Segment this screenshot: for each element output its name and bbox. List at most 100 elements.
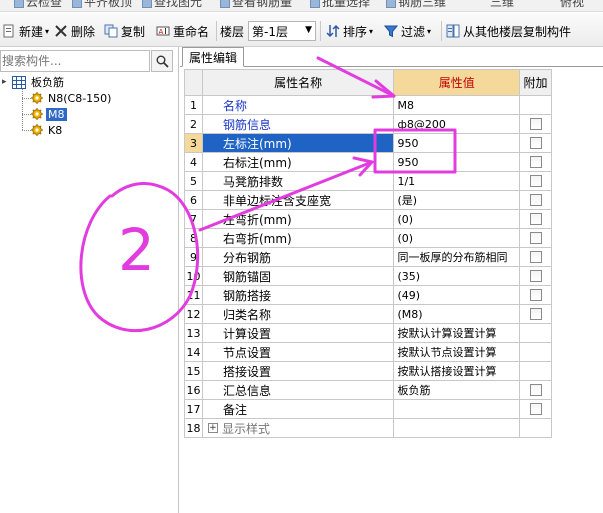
extra-checkbox[interactable] (529, 156, 542, 168)
align-top-button[interactable]: 平齐板顶 (84, 0, 132, 10)
property-name: 马凳筋排数 (202, 172, 395, 191)
row-number: 9 (185, 248, 203, 267)
property-value-cell[interactable]: 950 (394, 153, 521, 172)
property-row[interactable]: 2 钢筋信息 ф8@200 (185, 115, 552, 134)
property-row[interactable]: 4 右标注(mm) 950 (185, 153, 552, 172)
property-value-cell[interactable]: 按默认节点设置计算 (394, 343, 521, 362)
property-row-selected[interactable]: 3 左标注(mm) 950 (185, 134, 552, 153)
property-row[interactable]: 9 分布钢筋 同一板厚的分布筋相同 (185, 248, 552, 267)
property-row[interactable]: 6 非单边标注含支座宽 (是) (185, 191, 552, 210)
tree-connector (22, 98, 31, 99)
find-element-button[interactable]: 查找图元 (154, 0, 202, 10)
property-row[interactable]: 15 搭接设置 按默认搭接设置计算 (185, 362, 552, 381)
property-value-cell[interactable] (394, 419, 521, 438)
tree-node-root[interactable]: ▸ 板负筋 (2, 74, 66, 90)
copy-button[interactable]: 复制 (104, 22, 145, 40)
rename-button[interactable]: A 重命名 (156, 22, 209, 40)
property-value-cell[interactable]: 板负筋 (394, 381, 521, 400)
property-value-cell[interactable]: M8 (394, 96, 521, 115)
rebar-3d-button[interactable]: 钢筋三维 (398, 0, 446, 10)
property-value-cell[interactable]: 按默认计算设置计算 (394, 324, 521, 343)
property-value-cell[interactable]: (35) (394, 267, 521, 286)
extra-checkbox[interactable] (529, 308, 542, 320)
property-row[interactable]: 18 + 显示样式 (185, 419, 552, 438)
property-value-cell[interactable]: (M8) (394, 305, 521, 324)
property-row[interactable]: 8 右弯折(mm) (0) (185, 229, 552, 248)
extra-checkbox[interactable] (529, 175, 542, 187)
find-icon (142, 0, 152, 8)
tab-property-edit[interactable]: 属性编辑 (182, 47, 245, 67)
property-row[interactable]: 13 计算设置 按默认计算设置计算 (185, 324, 552, 343)
property-value-cell[interactable] (394, 400, 521, 419)
row-number: 6 (185, 191, 203, 210)
grid-header-row: 属性名称 属性值 附加 (185, 70, 552, 96)
cloud-check-button[interactable]: 云检查 (26, 0, 62, 10)
toolbar-divider (216, 21, 217, 41)
expand-plus-icon[interactable]: + (207, 423, 218, 433)
gear-icon (31, 124, 43, 136)
property-value-cell[interactable]: (49) (394, 286, 521, 305)
row-number: 14 (185, 343, 203, 362)
property-value-cell[interactable]: (0) (394, 210, 521, 229)
extra-checkbox[interactable] (529, 384, 542, 396)
extra-checkbox[interactable] (529, 118, 542, 130)
header-value-cell[interactable]: 属性值 (394, 70, 521, 96)
extra-checkbox[interactable] (529, 403, 542, 415)
slab-rebar-icon (12, 75, 26, 89)
property-value-cell[interactable]: ф8@200 (394, 115, 521, 134)
property-value: (M8) (397, 307, 423, 321)
row-number: 1 (185, 96, 203, 115)
property-name: 备注 (202, 400, 395, 419)
search-input[interactable] (1, 51, 149, 71)
view-3d-button[interactable]: 三维 (490, 0, 514, 10)
view-rebar-button[interactable]: 查看钢筋量 (232, 0, 292, 10)
new-dropdown-icon: ▾ (45, 26, 50, 36)
property-row[interactable]: 7 左弯折(mm) (0) (185, 210, 552, 229)
extra-cell (520, 343, 552, 362)
property-row[interactable]: 16 汇总信息 板负筋 (185, 381, 552, 400)
tree-expand-icon[interactable]: ▸ (2, 77, 12, 87)
property-value-cell[interactable]: (0) (394, 229, 521, 248)
extra-checkbox[interactable] (529, 213, 542, 225)
new-button[interactable]: 新建 ▾ (2, 22, 49, 40)
filter-button[interactable]: 过滤 ▾ (384, 22, 431, 40)
property-row[interactable]: 1 名称 M8 (185, 96, 552, 115)
tree-item[interactable]: N8(C8-150) (31, 90, 113, 106)
batch-select-button[interactable]: 批量选择 (322, 0, 370, 10)
property-row[interactable]: 11 钢筋搭接 (49) (185, 286, 552, 305)
header-name-cell[interactable]: 属性名称 (202, 70, 395, 96)
property-value-cell[interactable]: 950 (394, 134, 521, 153)
tree-item[interactable]: K8 (31, 122, 64, 138)
extra-checkbox[interactable] (529, 194, 542, 206)
property-name: 左弯折(mm) (202, 210, 395, 229)
extra-checkbox[interactable] (529, 289, 542, 301)
search-button[interactable] (151, 50, 173, 72)
extra-cell (520, 286, 552, 305)
extra-checkbox[interactable] (529, 137, 542, 149)
property-value-cell[interactable]: (是) (394, 191, 521, 210)
tree-item-selected[interactable]: M8 (31, 106, 67, 122)
search-icon (156, 55, 169, 68)
property-name-group[interactable]: + 显示样式 (202, 419, 395, 438)
sort-button[interactable]: 排序 ▾ (326, 22, 373, 40)
row-number: 7 (185, 210, 203, 229)
tab-strip: 属性编辑 (180, 47, 603, 67)
extra-checkbox[interactable] (529, 232, 542, 244)
copy-from-floor-button[interactable]: 从其他楼层复制构件 (446, 22, 571, 40)
floor-select[interactable]: 第-1层 ▼ (248, 21, 316, 41)
header-extra-cell[interactable]: 附加 (520, 70, 552, 96)
property-row[interactable]: 14 节点设置 按默认节点设置计算 (185, 343, 552, 362)
property-name: 钢筋搭接 (202, 286, 395, 305)
extra-checkbox[interactable] (529, 270, 542, 282)
property-value-cell[interactable]: 同一板厚的分布筋相同 (394, 248, 521, 267)
property-row[interactable]: 12 归类名称 (M8) (185, 305, 552, 324)
property-row[interactable]: 5 马凳筋排数 1/1 (185, 172, 552, 191)
property-value: (49) (397, 288, 421, 302)
delete-button[interactable]: 删除 (54, 22, 95, 40)
property-row[interactable]: 17 备注 (185, 400, 552, 419)
property-row[interactable]: 10 钢筋锚固 (35) (185, 267, 552, 286)
top-view-button[interactable]: 俯视 (560, 0, 584, 10)
property-value-cell[interactable]: 1/1 (394, 172, 521, 191)
extra-checkbox[interactable] (529, 251, 542, 263)
property-value-cell[interactable]: 按默认搭接设置计算 (394, 362, 521, 381)
